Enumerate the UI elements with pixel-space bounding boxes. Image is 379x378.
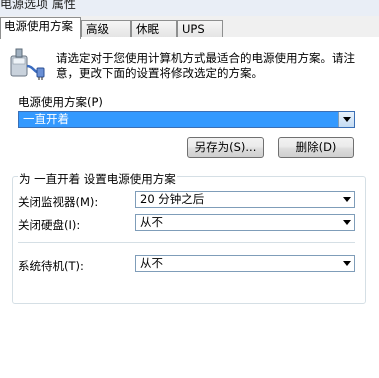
window-title-bar: 电源选项 属性 <box>0 0 379 16</box>
standby-label: 系统待机(T): <box>18 259 84 273</box>
chevron-down-icon <box>343 220 351 225</box>
harddisk-label: 关闭硬盘(I): <box>18 218 81 232</box>
monitor-dropdown[interactable]: 20 分钟之后 <box>135 191 355 208</box>
monitor-value: 20 分钟之后 <box>140 192 205 206</box>
intro-text: 请选定对于您使用计算机方式最适合的电源使用方案。请注意，更改下面的设置将修改选定… <box>56 51 355 80</box>
chevron-down-icon <box>343 261 351 266</box>
harddisk-value: 从不 <box>140 215 163 229</box>
save-as-button[interactable]: 另存为(S)... <box>187 137 264 158</box>
settings-heading: 为 一直开着 设置电源使用方案 <box>18 171 177 187</box>
tab-advanced[interactable]: 高级 <box>81 20 131 38</box>
harddisk-dropdown[interactable]: 从不 <box>135 214 355 231</box>
divider <box>18 242 355 243</box>
window-title: 电源选项 属性 <box>0 0 76 11</box>
scheme-label: 电源使用方案(P) <box>18 95 103 109</box>
scheme-dropdown-button[interactable] <box>338 112 354 127</box>
chevron-down-icon <box>343 117 351 122</box>
delete-button[interactable]: 删除(D) <box>278 137 354 158</box>
standby-dropdown[interactable]: 从不 <box>135 255 355 272</box>
tab-hibernate[interactable]: 休眠 <box>131 20 177 38</box>
monitor-label: 关闭监视器(M): <box>18 195 99 209</box>
tab-ups[interactable]: UPS <box>177 20 223 38</box>
tab-strip: 电源使用方案 高级 休眠 UPS <box>0 16 379 39</box>
scheme-selected-value: 一直开着 <box>23 112 69 126</box>
scheme-dropdown[interactable]: 一直开着 <box>18 111 355 128</box>
standby-value: 从不 <box>140 256 163 270</box>
power-plug-icon <box>8 46 46 82</box>
tab-power-schemes[interactable]: 电源使用方案 <box>0 17 81 39</box>
chevron-down-icon <box>343 197 351 202</box>
